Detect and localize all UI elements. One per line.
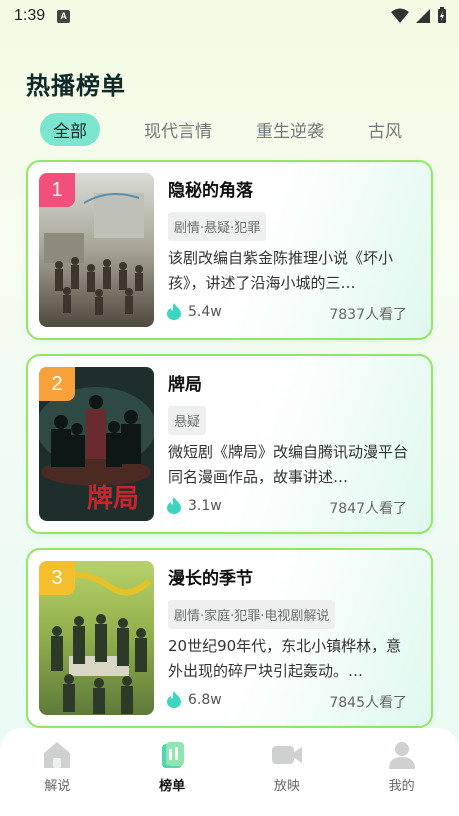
status-time: 1:39: [14, 7, 46, 24]
like-count-text: 5.4w: [188, 303, 222, 320]
status-icons: [391, 7, 447, 24]
page-title: 热播榜单: [26, 72, 126, 100]
view-count: 7837人看了: [329, 307, 407, 323]
card-title: 漫长的季节: [168, 569, 253, 589]
card-title: 隐秘的角落: [168, 181, 253, 201]
nav-label: 我的: [388, 779, 415, 794]
signal-icon: [416, 8, 430, 23]
rank-badge: 2: [39, 367, 75, 401]
nav-item-ranking[interactable]: 榜单: [132, 740, 212, 816]
flame-icon: [167, 497, 181, 514]
category-tabs: 全部 现代言情 重生逆袭 古风: [40, 112, 459, 146]
card-title: 牌局: [168, 375, 202, 395]
card-description: 20世纪90年代，东北小镇桦林，意外出现的碎尸块引起轰动。…: [168, 637, 402, 680]
battery-icon: [438, 7, 446, 23]
ranking-icon: [162, 742, 185, 768]
view-count: 7847人看了: [329, 501, 407, 517]
like-count-text: 3.1w: [188, 497, 222, 514]
ranking-card[interactable]: 1 隐秘的角落 剧情·悬疑·犯罪 该剧改编自紫金陈推理小说《坏小孩》，讲述了沿海…: [26, 160, 433, 340]
profile-icon: [388, 742, 415, 769]
tab-rebirth[interactable]: 重生逆袭: [256, 117, 324, 142]
genre-tags: 剧情·悬疑·犯罪: [168, 212, 267, 241]
flame-icon: [167, 691, 181, 708]
poster-image[interactable]: 牌局 2: [39, 367, 154, 521]
poster-image[interactable]: 1: [39, 173, 154, 327]
rank-badge: 3: [39, 561, 75, 595]
tab-all[interactable]: 全部: [40, 112, 100, 146]
nav-item-screening[interactable]: 放映: [247, 740, 327, 816]
status-bar: 1:39 A: [0, 0, 459, 32]
nav-label: 榜单: [159, 779, 186, 794]
flame-icon: [167, 303, 181, 320]
nav-label: 放映: [273, 779, 300, 794]
genre-tags: 剧情·家庭·犯罪·电视剧解说: [168, 600, 336, 629]
svg-text:牌局: 牌局: [87, 483, 139, 514]
poster-image[interactable]: 3: [39, 561, 154, 715]
genre-tags: 悬疑: [168, 406, 207, 435]
bottom-nav: 解说 榜单 放映 我的: [0, 728, 459, 816]
notification-icon: A: [57, 9, 71, 23]
video-camera-icon: [271, 746, 302, 764]
like-count: 5.4w: [166, 303, 222, 320]
tab-modern-romance[interactable]: 现代言情: [144, 117, 212, 142]
nav-item-profile[interactable]: 我的: [362, 740, 442, 816]
nav-label: 解说: [44, 779, 71, 794]
ranking-card[interactable]: 3 漫长的季节 剧情·家庭·犯罪·电视剧解说 20世纪90年代，东北小镇桦林，意…: [26, 548, 433, 728]
like-count-text: 6.8w: [188, 691, 222, 708]
like-count: 6.8w: [166, 691, 222, 708]
home-icon: [44, 742, 71, 768]
view-count: 7845人看了: [329, 695, 407, 711]
ranking-card[interactable]: 牌局 2 牌局 悬疑 微短剧《牌局》改编自腾讯动漫平台同名漫画作品，故事讲述… …: [26, 354, 433, 534]
rank-badge: 1: [39, 173, 75, 207]
like-count: 3.1w: [166, 497, 222, 514]
card-description: 微短剧《牌局》改编自腾讯动漫平台同名漫画作品，故事讲述…: [168, 443, 409, 486]
card-description: 该剧改编自紫金陈推理小说《坏小孩》，讲述了沿海小城的三…: [168, 249, 394, 292]
wifi-icon: [391, 8, 409, 23]
tab-ancient[interactable]: 古风: [368, 117, 402, 142]
nav-item-commentary[interactable]: 解说: [17, 740, 97, 816]
